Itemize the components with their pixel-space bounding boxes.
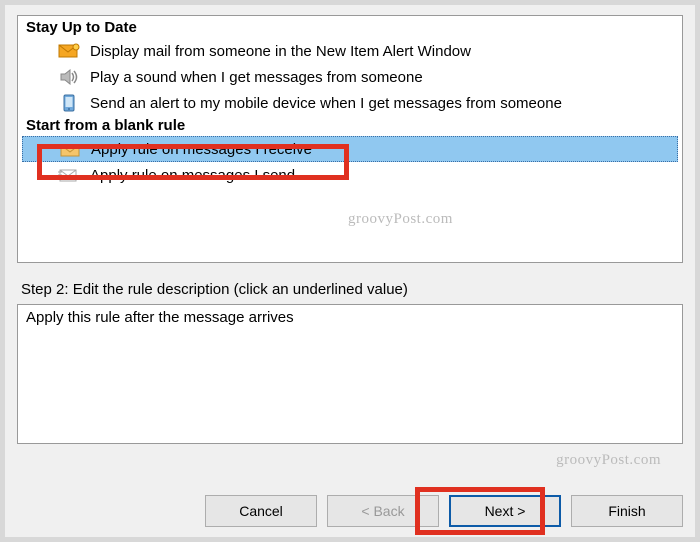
section-blank-rule-header: Start from a blank rule <box>18 116 682 136</box>
list-item[interactable]: Play a sound when I get messages from so… <box>18 64 682 90</box>
back-button: < Back <box>327 495 439 527</box>
list-item-label: Send an alert to my mobile device when I… <box>90 95 562 112</box>
list-item[interactable]: Send an alert to my mobile device when I… <box>18 90 682 116</box>
next-button[interactable]: Next > <box>449 495 561 527</box>
section-stay-up-to-date-header: Stay Up to Date <box>18 18 682 38</box>
watermark-text: groovyPost.com <box>556 452 661 469</box>
list-item-label: Apply rule on messages I receive <box>91 141 312 158</box>
step2-label: Step 2: Edit the rule description (click… <box>21 281 679 298</box>
wizard-button-bar: Cancel < Back Next > Finish <box>205 495 683 527</box>
envelope-open-icon <box>59 140 81 158</box>
list-item-label: Display mail from someone in the New Ite… <box>90 43 471 60</box>
list-item[interactable]: Display mail from someone in the New Ite… <box>18 38 682 64</box>
list-item-label: Play a sound when I get messages from so… <box>90 69 423 86</box>
rule-description-box[interactable]: Apply this rule after the message arrive… <box>17 304 683 444</box>
sound-icon <box>58 68 80 86</box>
list-item[interactable]: Apply rule on messages I send <box>18 162 682 188</box>
list-item-label: Apply rule on messages I send <box>90 167 295 184</box>
template-list[interactable]: Stay Up to Date Display mail from someon… <box>17 15 683 263</box>
cancel-button[interactable]: Cancel <box>205 495 317 527</box>
finish-button[interactable]: Finish <box>571 495 683 527</box>
rule-description-text: Apply this rule after the message arrive… <box>26 309 294 326</box>
list-item-selected[interactable]: Apply rule on messages I receive <box>22 136 678 162</box>
watermark-text: groovyPost.com <box>348 211 453 228</box>
mobile-icon <box>58 94 80 112</box>
mail-alert-icon <box>58 42 80 60</box>
envelope-send-icon <box>58 166 80 184</box>
